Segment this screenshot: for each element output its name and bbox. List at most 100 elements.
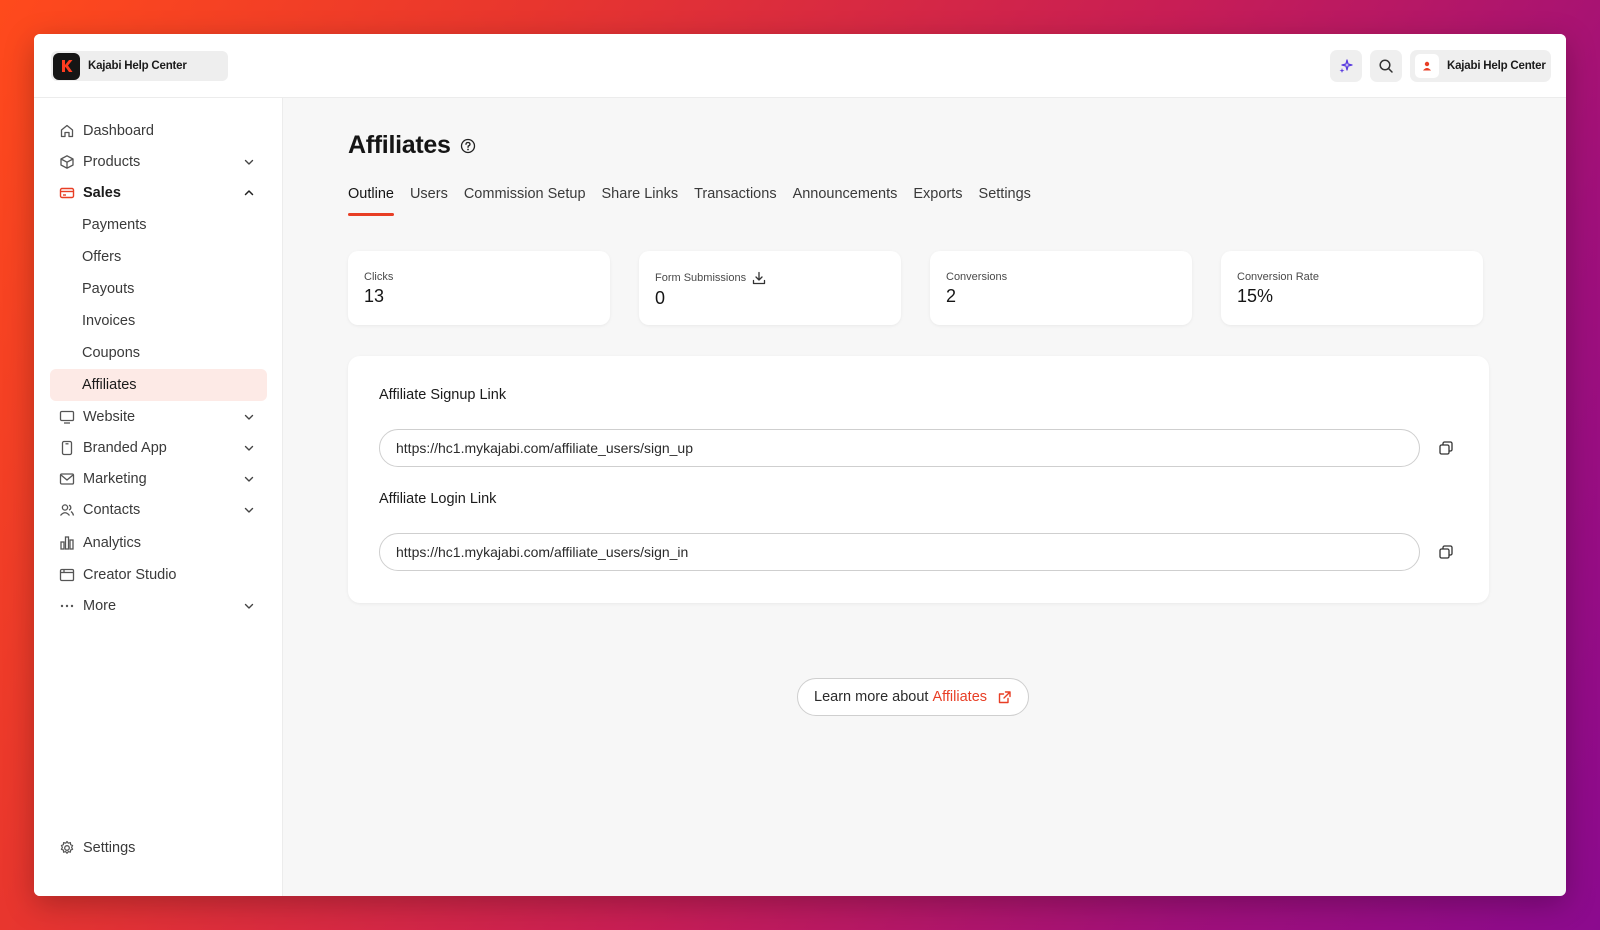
tab-outline[interactable]: Outline	[348, 186, 394, 216]
external-link-icon	[998, 690, 1011, 703]
kajabi-logo-icon	[53, 52, 80, 80]
stat-value: 13	[364, 286, 385, 306]
sparkles-icon	[1339, 59, 1353, 73]
sidebar-item-payouts[interactable]: Payouts	[50, 273, 267, 305]
search-button[interactable]	[1370, 50, 1402, 82]
brand-name: Kajabi Help Center	[88, 60, 187, 72]
stat-label: Conversion Rate	[1237, 271, 1319, 283]
sidebar-item-offers[interactable]: Offers	[50, 241, 267, 273]
sidebar-item-label: Payouts	[82, 281, 135, 297]
users-icon	[59, 502, 75, 518]
page-title: Affiliates	[348, 131, 476, 160]
tab-commission-setup[interactable]: Commission Setup	[464, 186, 586, 216]
chevron-up-icon[interactable]	[243, 187, 255, 199]
sidebar-item-label: Coupons	[82, 345, 141, 361]
affiliate-links-card: Affiliate Signup Link Affiliate Login Li…	[348, 356, 1489, 603]
login-link-title: Affiliate Login Link	[379, 491, 497, 507]
sidebar-item-label: Invoices	[82, 313, 136, 329]
sidebar-item-label: Products	[83, 154, 141, 170]
chevron-down-icon[interactable]	[243, 600, 255, 612]
stat-card-conversion-rate: Conversion Rate 15%	[1221, 251, 1483, 325]
stat-label: Form Submissions	[655, 272, 747, 284]
copy-login-link-button[interactable]	[1437, 543, 1455, 561]
sidebar-item-marketing[interactable]: Marketing	[50, 463, 267, 495]
brand-switcher[interactable]: Kajabi Help Center	[51, 51, 228, 81]
user-menu-button[interactable]: Kajabi Help Center	[1410, 50, 1551, 82]
tab-announcements[interactable]: Announcements	[793, 186, 898, 216]
tab-bar: Outline Users Commission Setup Share Lin…	[348, 186, 1031, 216]
ai-assistant-button[interactable]	[1330, 50, 1362, 82]
sidebar-item-label: Affiliates	[82, 377, 137, 393]
chevron-down-icon[interactable]	[243, 473, 255, 485]
sidebar: Dashboard Products Sales Payments Offers…	[34, 98, 283, 896]
search-icon	[1379, 59, 1393, 73]
copy-icon	[1439, 441, 1453, 455]
sidebar-item-creator-studio[interactable]: Creator Studio	[50, 559, 267, 591]
stat-card-clicks: Clicks 13	[348, 251, 610, 325]
sidebar-item-analytics[interactable]: Analytics	[50, 527, 267, 559]
credit-card-icon	[59, 185, 75, 201]
sidebar-item-label: More	[83, 598, 117, 614]
sidebar-item-sales[interactable]: Sales	[50, 177, 267, 209]
sidebar-item-coupons[interactable]: Coupons	[50, 337, 267, 369]
signup-link-title: Affiliate Signup Link	[379, 387, 507, 403]
sidebar-item-label: Payments	[82, 217, 147, 233]
avatar	[1415, 54, 1439, 78]
sidebar-item-payments[interactable]: Payments	[50, 209, 267, 241]
signup-link-input[interactable]	[379, 429, 1420, 467]
app-window: Kajabi Help Center Kajabi Help Center Da…	[34, 34, 1566, 896]
box-icon	[59, 154, 75, 170]
top-bar: Kajabi Help Center Kajabi Help Center	[34, 34, 1566, 98]
sidebar-item-label: Marketing	[83, 471, 147, 487]
user-icon	[1423, 61, 1431, 71]
copy-icon	[1439, 545, 1453, 559]
login-link-input[interactable]	[379, 533, 1420, 571]
sidebar-item-label: Website	[83, 409, 136, 425]
chevron-down-icon[interactable]	[243, 504, 255, 516]
sidebar-item-label: Dashboard	[83, 123, 154, 139]
stat-card-conversions: Conversions 2	[930, 251, 1192, 325]
tab-share-links[interactable]: Share Links	[602, 186, 679, 216]
chevron-down-icon[interactable]	[243, 411, 255, 423]
gear-icon	[59, 840, 75, 856]
monitor-icon	[59, 409, 75, 425]
stat-card-form-submissions: Form Submissions 0	[639, 251, 901, 325]
sidebar-item-affiliates[interactable]: Affiliates	[50, 369, 267, 401]
sidebar-item-dashboard[interactable]: Dashboard	[50, 115, 267, 147]
learn-more-prefix: Learn more about	[814, 689, 929, 705]
tab-settings[interactable]: Settings	[979, 186, 1031, 216]
learn-more-link[interactable]: Affiliates	[932, 689, 987, 705]
tab-exports[interactable]: Exports	[913, 186, 962, 216]
stat-value: 15%	[1237, 286, 1274, 306]
help-circle-icon[interactable]	[460, 138, 476, 154]
home-icon	[59, 123, 75, 139]
sidebar-item-website[interactable]: Website	[50, 401, 267, 433]
chart-icon	[59, 535, 75, 551]
sidebar-item-label: Settings	[83, 840, 136, 856]
stat-label: Conversions	[946, 271, 1008, 283]
sidebar-item-label: Sales	[83, 185, 121, 201]
sidebar-item-branded-app[interactable]: Branded App	[50, 432, 267, 464]
main-content: Affiliates Outline Users Commission Setu…	[284, 98, 1566, 896]
learn-more-button[interactable]: Learn more about Affiliates	[797, 678, 1030, 716]
copy-signup-link-button[interactable]	[1437, 439, 1455, 457]
download-icon[interactable]	[752, 271, 766, 285]
phone-icon	[59, 440, 75, 456]
sidebar-item-more[interactable]: More	[50, 590, 267, 622]
sidebar-item-label: Offers	[82, 249, 122, 265]
sidebar-item-label: Creator Studio	[83, 567, 177, 583]
stat-value: 0	[655, 288, 666, 308]
chevron-down-icon[interactable]	[243, 156, 255, 168]
mail-icon	[59, 471, 75, 487]
sidebar-item-invoices[interactable]: Invoices	[50, 305, 267, 337]
tab-users[interactable]: Users	[410, 186, 448, 216]
page-title-text: Affiliates	[348, 131, 451, 159]
sidebar-item-contacts[interactable]: Contacts	[50, 494, 267, 526]
sidebar-item-label: Analytics	[83, 535, 142, 551]
sidebar-item-label: Branded App	[83, 440, 167, 456]
chevron-down-icon[interactable]	[243, 442, 255, 454]
sidebar-item-settings[interactable]: Settings	[50, 832, 267, 864]
sidebar-item-products[interactable]: Products	[50, 146, 267, 178]
tab-transactions[interactable]: Transactions	[694, 186, 776, 216]
user-name: Kajabi Help Center	[1447, 60, 1546, 72]
